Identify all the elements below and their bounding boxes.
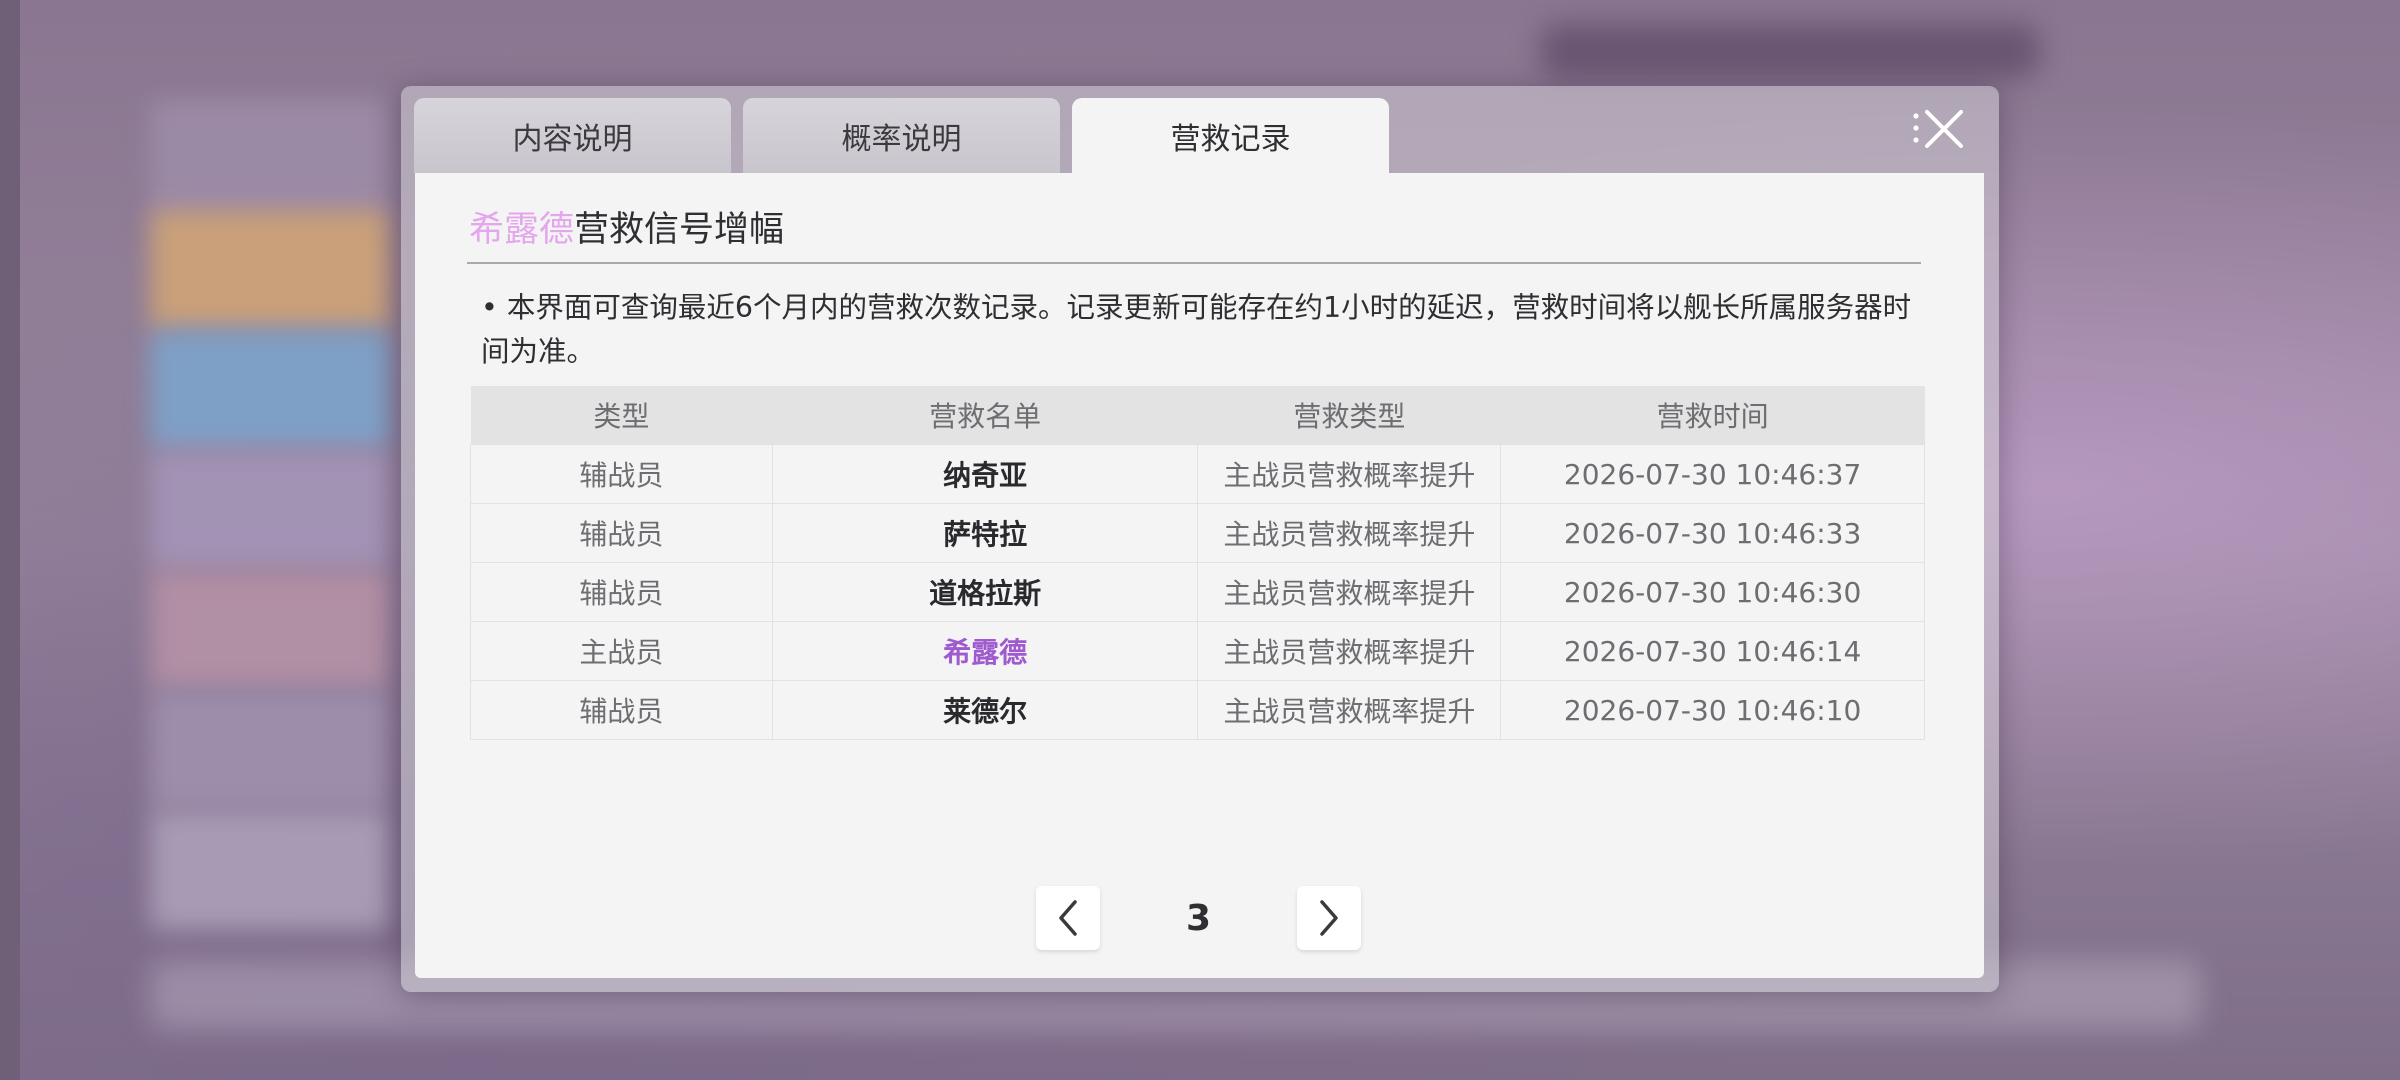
tab-probability-description[interactable]: 概率说明	[743, 98, 1060, 173]
next-page-button[interactable]	[1297, 886, 1361, 950]
tab-rescue-records[interactable]: 营救记录	[1072, 98, 1389, 173]
cell-rescue-type: 主战员营救概率提升	[1197, 444, 1502, 504]
table-row: 主战员 希露德 主战员营救概率提升 2026-07-30 10:46:14	[470, 621, 1925, 681]
table-row: 辅战员 萨特拉 主战员营救概率提升 2026-07-30 10:46:33	[470, 503, 1925, 563]
header-time: 营救时间	[1500, 386, 1925, 445]
cell-name: 希露德	[771, 621, 1199, 681]
title-event-name: 营救信号增幅	[574, 210, 785, 250]
cell-time: 2026-07-30 10:46:37	[1500, 444, 1925, 504]
cell-type: 辅战员	[470, 444, 773, 504]
cell-type: 辅战员	[470, 680, 773, 740]
background-card	[150, 330, 390, 450]
rescue-info-dialog: 内容说明 概率说明 营救记录 希露德营救信号增幅 • 本界面可查询最近6个月内的…	[401, 86, 1999, 992]
cell-time: 2026-07-30 10:46:10	[1500, 680, 1925, 740]
tab-content-description[interactable]: 内容说明	[414, 98, 731, 173]
background-card	[150, 810, 390, 930]
background-edge	[0, 0, 20, 1080]
background-card	[150, 100, 390, 220]
background-card	[150, 450, 390, 570]
cell-name: 萨特拉	[771, 503, 1199, 563]
chevron-right-icon	[1320, 900, 1338, 936]
table-row: 辅战员 道格拉斯 主战员营救概率提升 2026-07-30 10:46:30	[470, 562, 1925, 622]
close-icon	[1913, 110, 1963, 148]
cell-name: 纳奇亚	[771, 444, 1199, 504]
background-card	[150, 570, 390, 690]
background-card	[150, 210, 390, 330]
cell-name: 莱德尔	[771, 680, 1199, 740]
header-name: 营救名单	[772, 386, 1198, 445]
header-rescue-type: 营救类型	[1197, 386, 1501, 445]
cell-type: 辅战员	[470, 503, 773, 563]
table-row: 辅战员 纳奇亚 主战员营救概率提升 2026-07-30 10:46:37	[470, 444, 1925, 504]
cell-rescue-type: 主战员营救概率提升	[1197, 621, 1502, 681]
cell-name: 道格拉斯	[771, 562, 1199, 622]
cell-time: 2026-07-30 10:46:14	[1500, 621, 1925, 681]
title-character-name: 希露德	[469, 210, 575, 250]
records-notice: • 本界面可查询最近6个月内的营救次数记录。记录更新可能存在约1小时的延迟，营救…	[481, 291, 1912, 368]
table-row: 辅战员 莱德尔 主战员营救概率提升 2026-07-30 10:46:10	[470, 680, 1925, 740]
title-divider	[467, 262, 1921, 264]
pagination: 3	[1036, 885, 1361, 951]
cell-rescue-type: 主战员营救概率提升	[1197, 562, 1502, 622]
header-type: 类型	[470, 386, 773, 445]
chevron-left-icon	[1059, 900, 1077, 936]
records-panel: 希露德营救信号增幅 • 本界面可查询最近6个月内的营救次数记录。记录更新可能存在…	[415, 173, 1984, 978]
background-card	[150, 690, 390, 810]
cell-rescue-type: 主战员营救概率提升	[1197, 503, 1502, 563]
prev-page-button[interactable]	[1036, 886, 1100, 950]
background-top-bar	[1540, 24, 2040, 78]
rescue-records-table: 类型 营救名单 营救类型 营救时间 辅战员 纳奇亚 主战员营救概率提升 2026…	[470, 386, 1925, 740]
close-button[interactable]	[1909, 102, 1971, 164]
cell-time: 2026-07-30 10:46:33	[1500, 503, 1925, 563]
tab-bar: 内容说明 概率说明 营救记录	[414, 98, 1389, 173]
panel-title: 希露德营救信号增幅	[469, 201, 784, 252]
current-page-number: 3	[1185, 897, 1212, 939]
table-header-row: 类型 营救名单 营救类型 营救时间	[470, 386, 1925, 445]
cell-type: 主战员	[470, 621, 773, 681]
cell-rescue-type: 主战员营救概率提升	[1197, 680, 1502, 740]
cell-time: 2026-07-30 10:46:30	[1500, 562, 1925, 622]
cell-type: 辅战员	[470, 562, 773, 622]
